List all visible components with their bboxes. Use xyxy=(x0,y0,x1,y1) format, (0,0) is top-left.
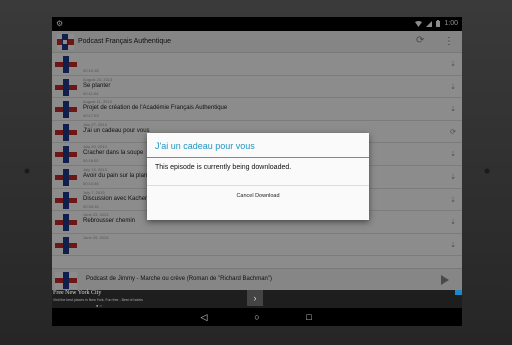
home-icon[interactable]: ○ xyxy=(250,310,264,324)
ad-title[interactable]: Free New York City xyxy=(53,290,101,296)
front-camera xyxy=(24,168,30,174)
ad-banner[interactable]: Free New York City Visit the best places… xyxy=(52,290,462,308)
recents-icon[interactable]: □ xyxy=(302,310,316,324)
cancel-download-button[interactable]: Cancel Download xyxy=(147,186,369,206)
ad-next-icon[interactable]: › xyxy=(247,290,263,306)
device-screen: ⚙ 1:00 Podcast Français Authentique ⟳ ⋮ xyxy=(52,17,462,326)
back-icon[interactable]: ◁ xyxy=(197,310,211,324)
dialog-button-bar: Cancel Download xyxy=(147,185,369,220)
download-dialog: J'ai un cadeau pour vous This episode is… xyxy=(147,133,369,220)
sensor-dot xyxy=(484,168,490,174)
system-nav-bar: ◁ ○ □ xyxy=(52,308,462,326)
dialog-divider xyxy=(147,157,369,158)
dialog-message: This episode is currently being download… xyxy=(155,164,292,171)
dialog-title: J'ai un cadeau pour vous xyxy=(155,141,255,151)
ad-choices-icon[interactable] xyxy=(455,290,462,295)
ad-subtitle: Visit the best places in New York. Fun f… xyxy=(53,298,143,302)
